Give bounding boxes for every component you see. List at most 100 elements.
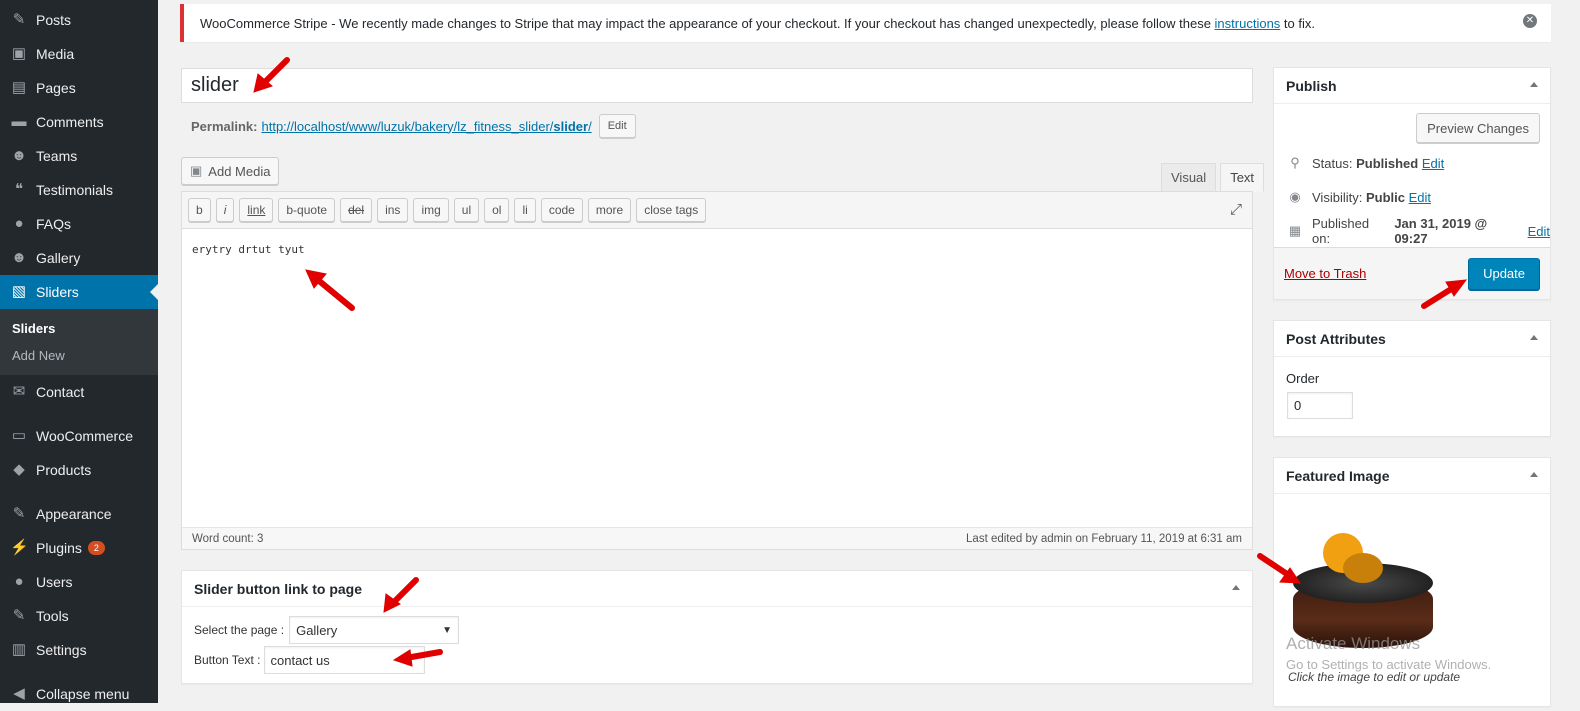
sidebar-item-teams[interactable]: ☻ Teams <box>0 139 158 173</box>
toggle-icon[interactable] <box>1530 472 1538 477</box>
sidebar-label: Media <box>36 46 75 62</box>
sidebar-item-woocommerce[interactable]: ▭ WooCommerce <box>0 419 158 453</box>
sidebar-item-faqs[interactable]: ● FAQs <box>0 207 158 241</box>
quicktag-i[interactable]: i <box>215 198 235 222</box>
sidebar-item-collapse-menu[interactable]: ◀ Collapse menu <box>0 677 158 711</box>
comment-icon: ▬ <box>11 113 27 130</box>
plugin-icon: ⚡ <box>10 539 29 556</box>
move-to-trash-link[interactable]: Move to Trash <box>1284 266 1366 281</box>
watermark-sub: Go to Settings to activate Windows. <box>1286 657 1492 672</box>
quicktag-ul[interactable]: ul <box>453 198 480 222</box>
fullscreen-icon[interactable]: ⤢ <box>1230 201 1242 218</box>
quicktag-code[interactable]: code <box>540 198 583 222</box>
quicktag-li[interactable]: li <box>514 198 536 222</box>
sidebar-item-posts[interactable]: ✎ Posts <box>0 3 158 37</box>
sidebar-item-tools[interactable]: ✎ Tools <box>0 599 158 633</box>
groups-icon: ☻ <box>11 147 27 164</box>
publish-title[interactable]: Publish <box>1274 68 1550 104</box>
user-icon: ● <box>14 573 24 590</box>
sidebar-label: Gallery <box>36 250 81 266</box>
sidebar-label: Tools <box>36 608 69 624</box>
sidebar-item-gallery[interactable]: ☻ Gallery <box>0 241 158 275</box>
sidebar-item-contact[interactable]: ✉ Contact <box>0 375 158 409</box>
toggle-icon[interactable] <box>1530 82 1538 87</box>
gallery-icon: ☻ <box>11 249 27 266</box>
calendar-icon: ▦ <box>1288 223 1302 238</box>
quicktag-b[interactable]: b <box>188 198 211 222</box>
sidebar-label: Products <box>36 462 92 478</box>
slider-link-box: Slider button link to page Select the pa… <box>181 570 1253 684</box>
preview-changes-button[interactable]: Preview Changes <box>1416 113 1540 143</box>
quicktag-b-quote[interactable]: b-quote <box>278 198 336 222</box>
watermark-title: Activate Windows <box>1286 634 1421 653</box>
sidebar-item-settings[interactable]: ▥ Settings <box>0 633 158 667</box>
update-button[interactable]: Update <box>1468 257 1540 290</box>
submenu-item-add-new[interactable]: Add New <box>0 342 158 369</box>
permalink-link[interactable]: http://localhost/www/luzuk/bakery/lz_fit… <box>261 119 591 134</box>
toggle-icon[interactable] <box>1232 585 1240 590</box>
permalink-label: Permalink: <box>191 118 258 134</box>
toggle-icon[interactable] <box>1530 335 1538 340</box>
select-page-label: Select the page : <box>194 623 285 637</box>
add-media-button[interactable]: ▣ Add Media <box>181 157 280 185</box>
dismiss-icon[interactable]: ✕ <box>1523 14 1537 28</box>
slider-link-title[interactable]: Slider button link to page <box>182 571 1252 607</box>
featured-image-title[interactable]: Featured Image <box>1274 458 1550 494</box>
instructions-link[interactable]: instructions <box>1215 16 1281 31</box>
quicktag-link[interactable]: link <box>239 198 274 222</box>
editor: b i link b-quote del ins img ul ol li code more clos… <box>181 191 1253 550</box>
sidebar-label: Plugins <box>36 540 82 556</box>
pin-icon: ⚲ <box>1290 155 1300 170</box>
sidebar-item-media[interactable]: ▣ Media <box>0 37 158 71</box>
wrench-icon: ✎ <box>12 607 26 624</box>
quicktag-more[interactable]: more <box>587 198 632 222</box>
notice-text: WooCommerce Stripe - We recently made ch… <box>200 15 1315 31</box>
status-edit-link[interactable]: Edit <box>1422 156 1444 171</box>
sidebar-item-sliders[interactable]: ▧ Sliders <box>0 275 158 309</box>
order-input[interactable]: 0 <box>1287 392 1353 419</box>
products-icon: ◆ <box>13 461 25 478</box>
pages-icon: ▤ <box>11 79 27 96</box>
quicktag-ol[interactable]: ol <box>484 198 510 222</box>
sidebar-item-pages[interactable]: ▤ Pages <box>0 71 158 105</box>
button-text-input[interactable]: contact us <box>263 646 425 674</box>
date-edit-link[interactable]: Edit <box>1528 224 1550 239</box>
post-attributes-box: Post Attributes Order 0 <box>1273 320 1551 437</box>
sidebar-item-comments[interactable]: ▬ Comments <box>0 105 158 139</box>
post-attributes-title[interactable]: Post Attributes <box>1274 321 1550 357</box>
sidebar-item-plugins[interactable]: ⚡ Plugins 2 <box>0 531 158 565</box>
page-select[interactable]: Gallery ▼ <box>289 616 460 644</box>
publish-box: Publish Preview Changes ⚲ Status: Publish… <box>1273 67 1551 300</box>
sidebar-item-users[interactable]: ● Users <box>0 565 158 599</box>
brush-icon: ✎ <box>12 505 26 522</box>
sidebar-label: WooCommerce <box>36 428 133 444</box>
eye-icon: ◉ <box>1289 189 1301 204</box>
quicktags-toolbar: b i link b-quote del ins img ul ol li code more clos… <box>182 192 1252 229</box>
sidebar-item-appearance[interactable]: ✎ Appearance <box>0 497 158 531</box>
permalink-edit-button[interactable]: Edit <box>598 114 636 138</box>
visibility-edit-link[interactable]: Edit <box>1409 190 1431 205</box>
mail-icon: ✉ <box>12 383 26 400</box>
sidebar-item-testimonials[interactable]: ❝ Testimonials <box>0 173 158 207</box>
sidebar-label: Testimonials <box>36 182 114 198</box>
woo-icon: ▭ <box>11 427 27 444</box>
sidebar-item-products[interactable]: ◆ Products <box>0 453 158 487</box>
sidebar-label: Settings <box>36 642 87 658</box>
order-label: Order <box>1286 371 1320 386</box>
quicktag-close-tags[interactable]: close tags <box>636 198 707 222</box>
post-title-input[interactable]: slider <box>181 68 1253 103</box>
submenu-item-sliders[interactable]: Sliders <box>0 315 158 342</box>
sidebar-label: FAQs <box>36 216 72 232</box>
quicktag-ins[interactable]: ins <box>377 198 409 222</box>
slides-icon: ▧ <box>11 283 27 300</box>
sidebar-label: Collapse menu <box>36 686 130 702</box>
content-textarea[interactable]: erytry drtut tyut <box>182 229 1252 270</box>
button-text-label: Button Text : <box>194 653 261 667</box>
last-edited: Last edited by admin on February 11, 201… <box>966 532 1242 545</box>
tab-visual[interactable]: Visual <box>1161 163 1217 192</box>
sliders-submenu: Sliders Add New <box>0 309 158 375</box>
admin-sidebar: ✎ Posts ▣ Media ▤ Pages ▬ Comments ☻ Teams ❝ Testim… <box>0 0 158 703</box>
tab-text[interactable]: Text <box>1220 163 1265 192</box>
quicktag-del[interactable]: del <box>340 198 373 222</box>
quicktag-img[interactable]: img <box>413 198 449 222</box>
